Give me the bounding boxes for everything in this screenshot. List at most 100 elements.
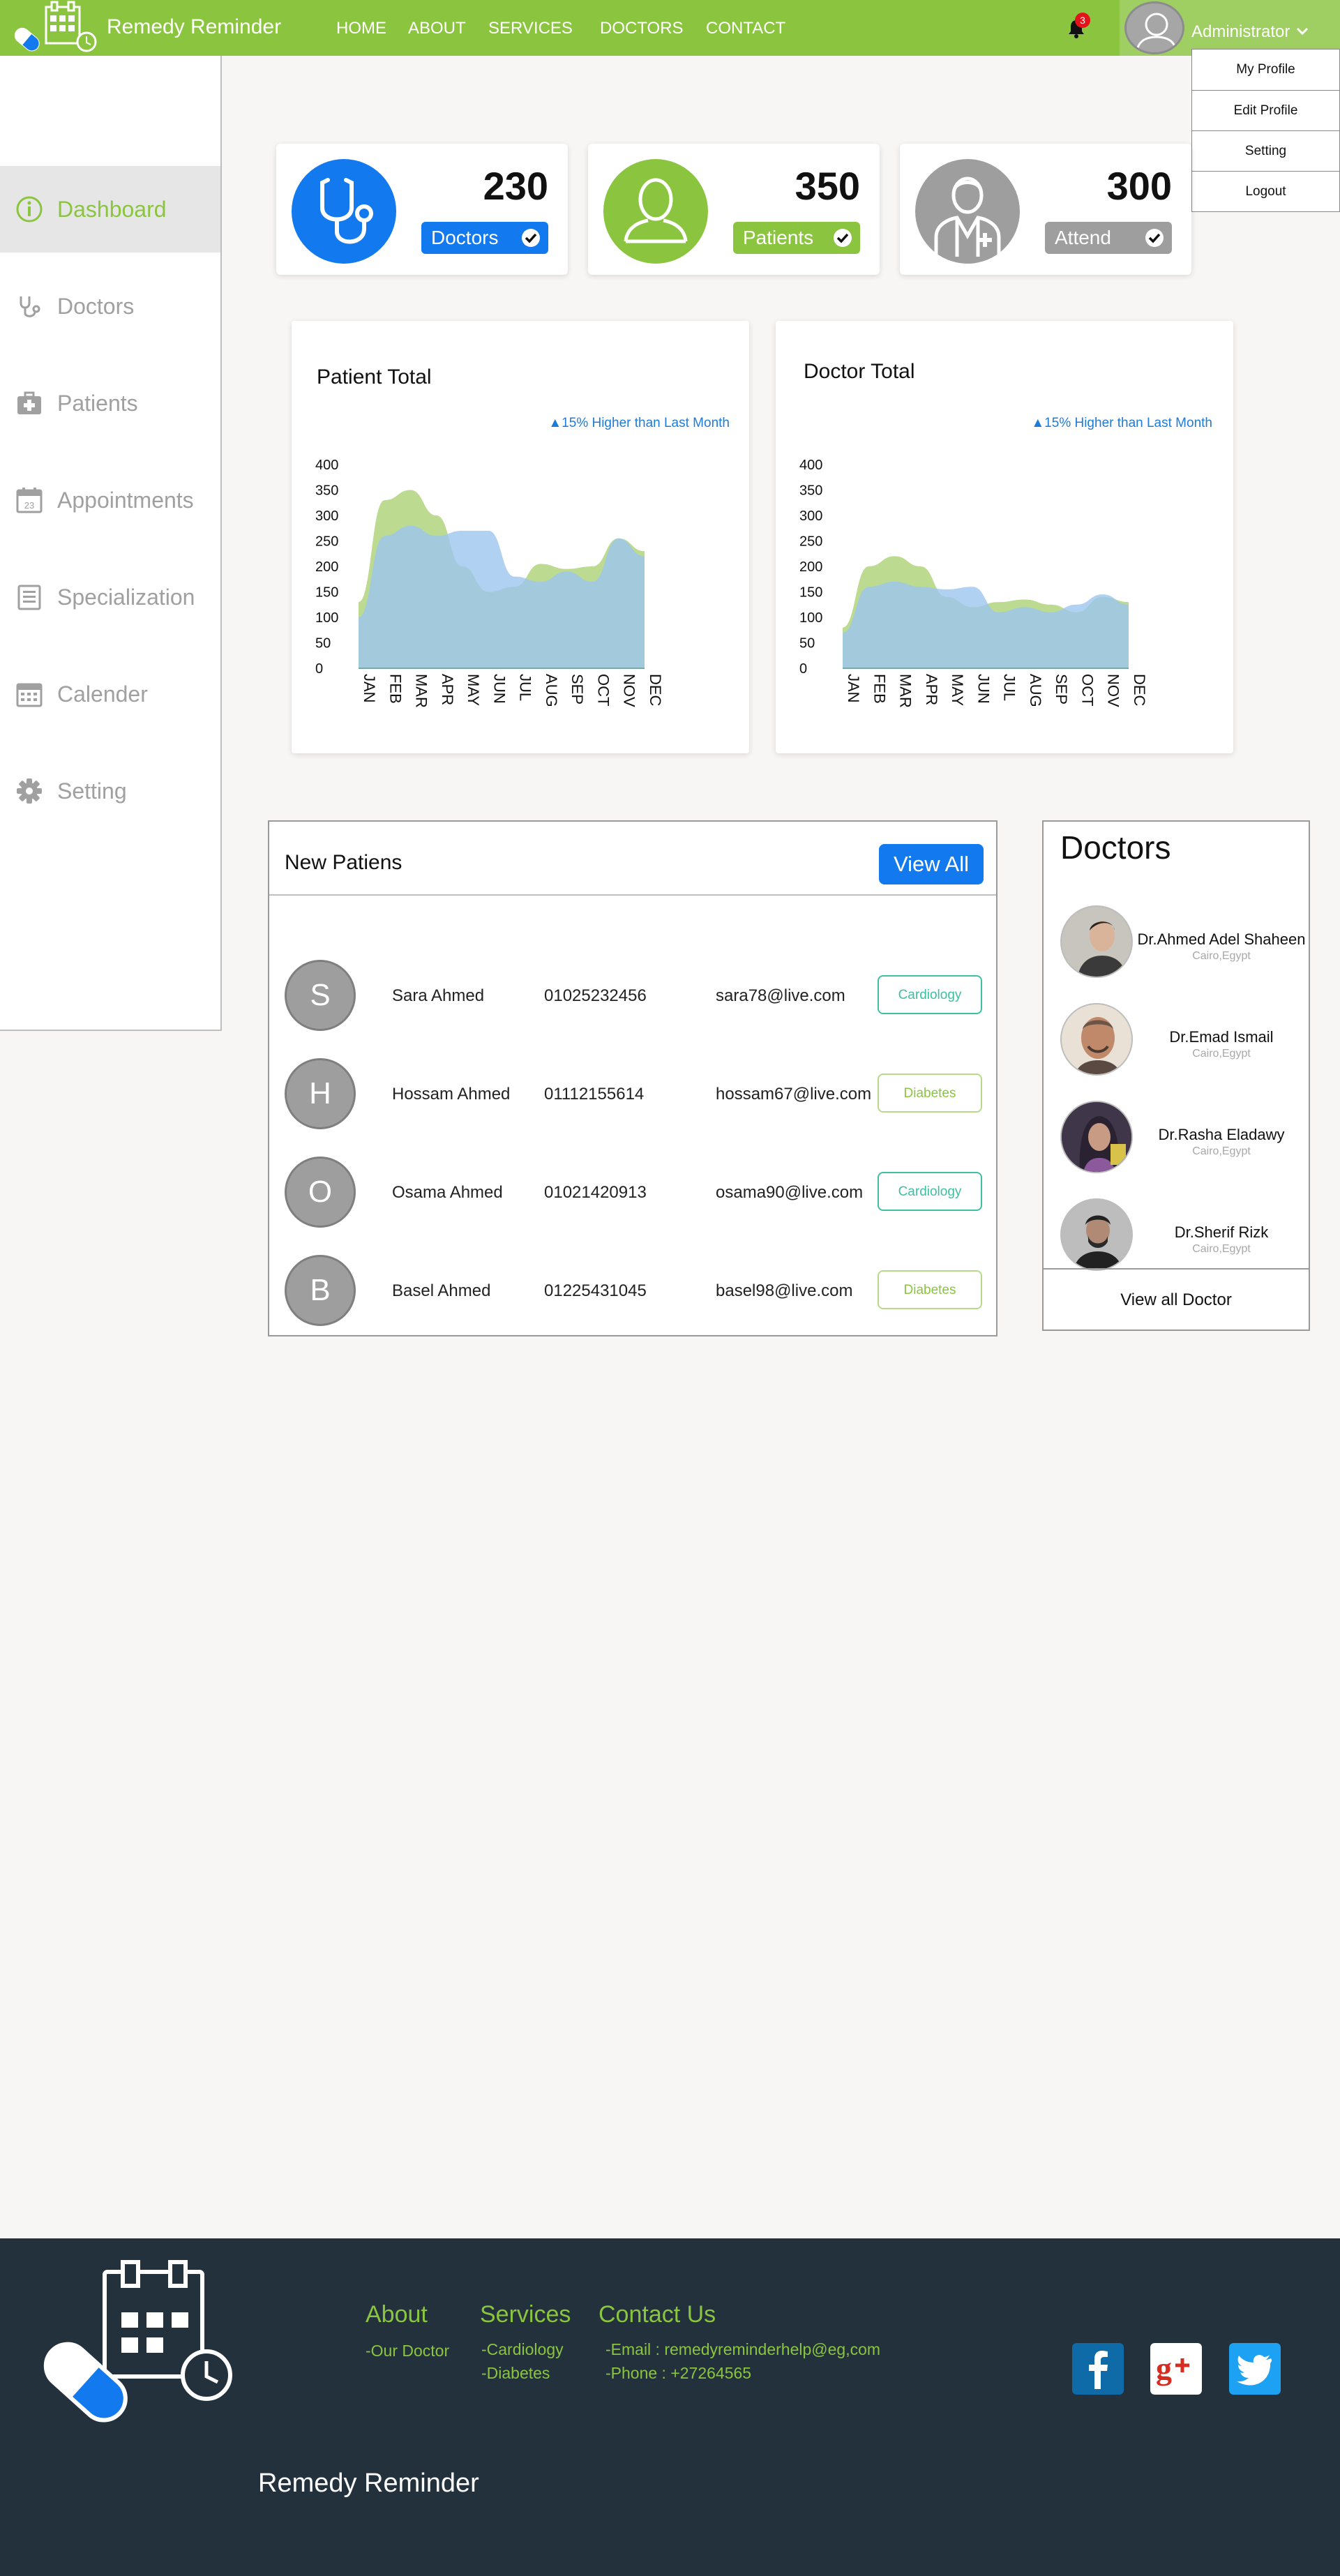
doctor-icon: [934, 176, 1001, 257]
footer-link-diabetes[interactable]: -Diabetes: [481, 2364, 550, 2383]
y-tick-label: 400: [799, 458, 822, 473]
x-tick-label: JAN: [845, 674, 862, 703]
sidebar-item-label: Patients: [57, 390, 138, 416]
nav-contact[interactable]: CONTACT: [706, 19, 785, 38]
nav-doctors[interactable]: DOCTORS: [600, 19, 684, 38]
stat-label-pill[interactable]: Doctors: [421, 222, 548, 254]
stat-value: 300: [1106, 164, 1172, 208]
nav-services[interactable]: SERVICES: [488, 19, 573, 38]
footer-contact-email[interactable]: -Email : remedyreminderhelp@eg,com: [605, 2340, 880, 2359]
user-avatar[interactable]: [1124, 1, 1184, 54]
twitter-icon[interactable]: [1229, 2343, 1281, 2395]
chevron-down-icon[interactable]: [1296, 27, 1309, 36]
doctor-photo: [1060, 1198, 1133, 1271]
footer-contact-title: Contact Us: [599, 2301, 716, 2328]
x-tick-label: SEP: [1053, 674, 1070, 705]
clipboard-icon: [17, 585, 41, 610]
specialty-tag[interactable]: Cardiology: [878, 975, 982, 1014]
info-icon: [16, 196, 43, 223]
doctor-photo: [1060, 905, 1133, 978]
sidebar-item-label: Appointments: [57, 487, 194, 513]
sidebar-item-label: Doctors: [57, 293, 135, 319]
notification-badge: 3: [1075, 13, 1090, 28]
user-name[interactable]: Administrator: [1191, 22, 1290, 42]
person-photo-icon: [1062, 1200, 1131, 1270]
sidebar-item-calender[interactable]: Calender: [0, 651, 220, 737]
new-patients-panel: New Patiens View All S Sara Ahmed 010252…: [268, 820, 998, 1336]
sidebar-item-dashboard[interactable]: Dashboard: [0, 166, 220, 253]
sidebar-item-doctors[interactable]: Doctors: [0, 263, 220, 349]
patient-avatar: S: [285, 960, 356, 1031]
person-photo-icon: [1062, 1102, 1131, 1172]
x-tick-label: AUG: [1027, 674, 1044, 707]
specialty-tag[interactable]: Diabetes: [878, 1074, 982, 1113]
footer-contact-phone[interactable]: -Phone : +27264565: [605, 2364, 751, 2383]
patient-total-area-chart: 0 50 100 150 200 250 300 350 400 JAN FEB MAR APR MAY J…: [315, 458, 664, 708]
y-tick-label: 350: [799, 483, 822, 499]
doctor-location: Cairo,Egypt: [1192, 950, 1251, 962]
y-tick-label: 50: [799, 636, 815, 651]
patient-row[interactable]: B Basel Ahmed 01225431045 basel98@live.c…: [269, 1240, 996, 1337]
facebook-icon[interactable]: [1072, 2343, 1124, 2395]
y-tick-label: 100: [799, 610, 822, 626]
top-navbar: Remedy Reminder HOME ABOUT SERVICES DOCT…: [0, 0, 1340, 56]
footer-link-cardiology[interactable]: -Cardiology: [481, 2340, 564, 2359]
x-tick-label: MAY: [465, 674, 482, 706]
x-tick-label: MAR: [897, 674, 914, 708]
sidebar-item-setting[interactable]: Setting: [0, 748, 220, 834]
specialty-tag[interactable]: Diabetes: [878, 1270, 982, 1309]
patient-avatar: O: [285, 1157, 356, 1228]
view-all-button[interactable]: View All: [879, 844, 984, 884]
stat-label: Doctors: [431, 227, 499, 248]
user-dropdown-menu: My Profile Edit Profile Setting Logout: [1191, 49, 1340, 212]
x-tick-label: FEB: [871, 674, 888, 704]
google-plus-icon[interactable]: g: [1150, 2343, 1202, 2395]
svg-text:23: 23: [24, 500, 34, 511]
stat-card-attend[interactable]: 300 Attend: [900, 144, 1191, 275]
app-logo-icon[interactable]: [11, 0, 98, 56]
stat-label-pill[interactable]: Attend: [1045, 222, 1172, 254]
menu-my-profile[interactable]: My Profile: [1192, 50, 1339, 90]
person-photo-icon: [1062, 907, 1131, 977]
stat-card-patients[interactable]: 350 Patients: [588, 144, 880, 275]
nav-about[interactable]: ABOUT: [408, 19, 466, 38]
app-name[interactable]: Remedy Reminder: [107, 15, 281, 39]
doctor-item[interactable]: Dr.Ahmed Adel Shaheen Cairo,Egypt: [1044, 891, 1309, 989]
sidebar-item-appointments[interactable]: 23 Appointments: [0, 457, 220, 543]
sidebar-item-patients[interactable]: Patients: [0, 360, 220, 446]
x-tick-label: APR: [923, 674, 940, 705]
sidebar-item-label: Specialization: [57, 584, 195, 610]
doctor-item[interactable]: Dr.Sherif Rizk Cairo,Egypt: [1044, 1184, 1309, 1282]
doctor-location: Cairo,Egypt: [1192, 1243, 1251, 1255]
sidebar-item-specialization[interactable]: Specialization: [0, 554, 220, 640]
patient-name: Hossam Ahmed: [392, 1085, 511, 1104]
x-tick-label: JUL: [1001, 674, 1018, 701]
doctor-item[interactable]: Dr.Rasha Eladawy Cairo,Egypt: [1044, 1087, 1309, 1184]
nav-home[interactable]: HOME: [336, 19, 386, 38]
y-tick-label: 0: [315, 661, 323, 677]
patient-phone: 01225431045: [544, 1281, 647, 1300]
sidebar-item-label: Setting: [57, 778, 127, 804]
stat-label-pill[interactable]: Patients: [733, 222, 860, 254]
y-tick-label: 300: [315, 509, 338, 524]
view-all-doctors-button[interactable]: View all Doctor: [1044, 1268, 1309, 1330]
patient-row[interactable]: H Hossam Ahmed 01112155614 hossam67@live…: [269, 1043, 996, 1140]
check-circle-icon: [522, 229, 540, 247]
stat-card-doctors[interactable]: 230 Doctors: [276, 144, 568, 275]
app-logo-icon: [43, 2260, 232, 2423]
patient-email: sara78@live.com: [716, 986, 845, 1005]
patient-row[interactable]: O Osama Ahmed 01021420913 osama90@live.c…: [269, 1141, 996, 1239]
doctor-name: Dr.Rasha Eladawy: [1158, 1126, 1285, 1143]
doctor-item[interactable]: Dr.Emad Ismail Cairo,Egypt: [1044, 989, 1309, 1087]
x-tick-label: SEP: [569, 674, 586, 705]
stat-icon-circle: [603, 159, 708, 264]
patient-email: basel98@live.com: [716, 1281, 853, 1300]
check-circle-icon: [834, 229, 852, 247]
menu-setting[interactable]: Setting: [1192, 130, 1339, 171]
check-circle-icon: [1145, 229, 1164, 247]
patient-row[interactable]: S Sara Ahmed 01025232456 sara78@live.com…: [269, 944, 996, 1042]
specialty-tag[interactable]: Cardiology: [878, 1172, 982, 1211]
menu-edit-profile[interactable]: Edit Profile: [1192, 90, 1339, 130]
footer-link-our-doctor[interactable]: -Our Doctor: [366, 2342, 449, 2360]
menu-logout[interactable]: Logout: [1192, 171, 1339, 211]
